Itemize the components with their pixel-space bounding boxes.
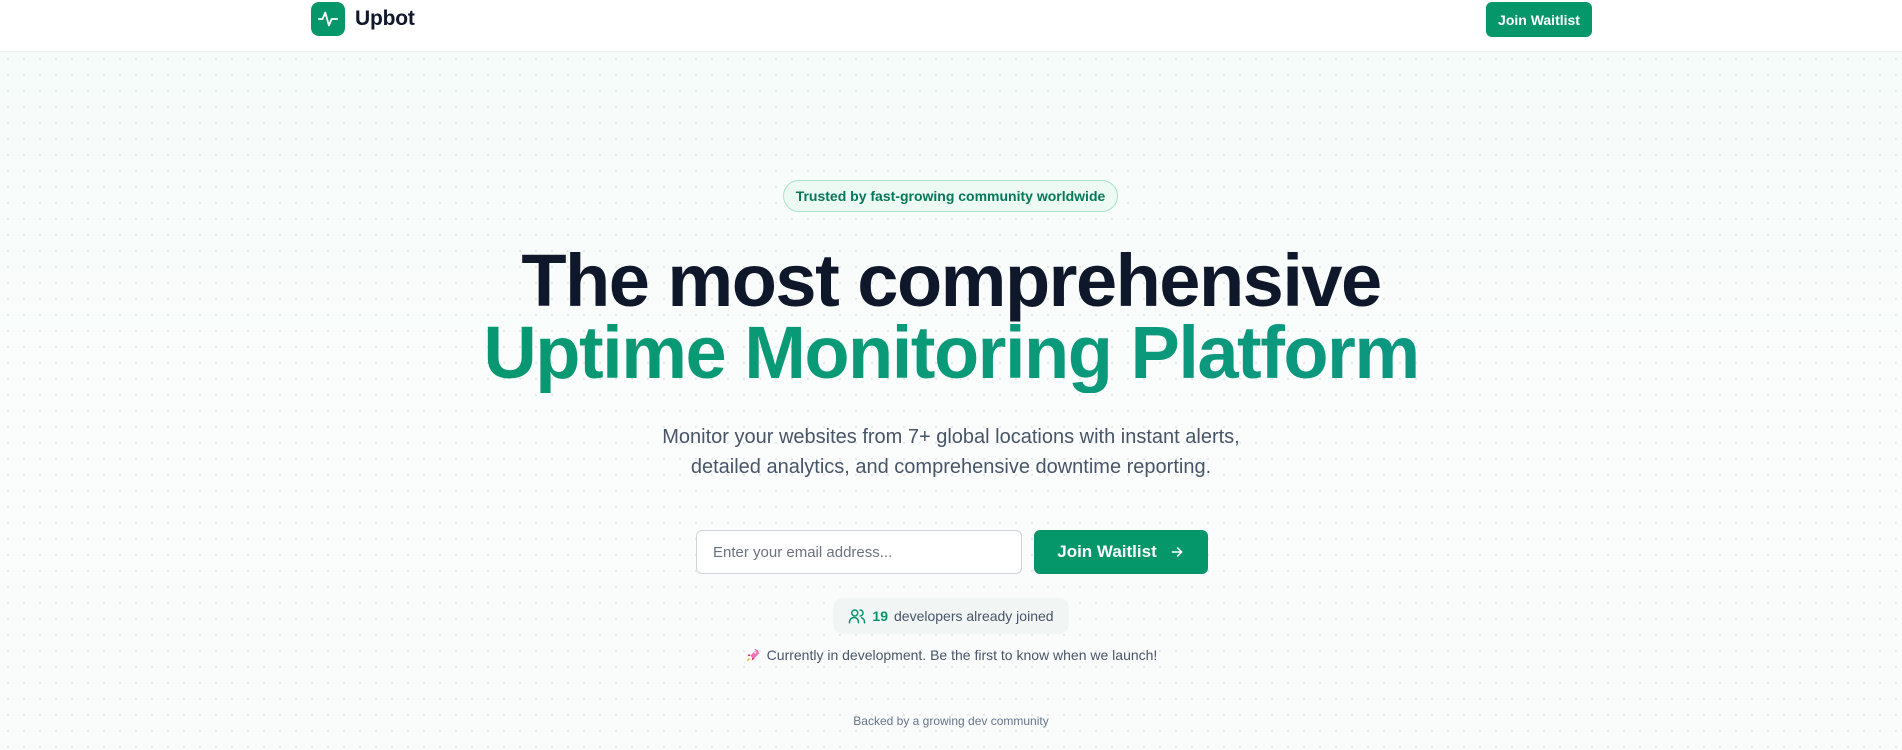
- backed-by-note: Backed by a growing dev community: [853, 714, 1049, 728]
- subtitle-line-2: detailed analytics, and comprehensive do…: [690, 456, 1212, 478]
- headline-line-2: Uptime Monitoring Platform: [0, 313, 1902, 393]
- email-input[interactable]: [696, 530, 1022, 574]
- brand-logo[interactable]: Upbot: [311, 2, 415, 36]
- submit-label: Join Waitlist: [1057, 542, 1157, 561]
- development-notice: Currently in development. Be the first t…: [0, 647, 1902, 663]
- join-waitlist-nav-button[interactable]: Join Waitlist: [1486, 2, 1592, 37]
- subtitle-line-1: Monitor your websites from 7+ global loc…: [662, 426, 1240, 448]
- development-notice-text: Currently in development. Be the first t…: [766, 647, 1158, 663]
- trust-badge: Trusted by fast-growing community worldw…: [783, 180, 1118, 212]
- rocket-icon: [746, 649, 759, 661]
- brand-name: Upbot: [355, 7, 415, 30]
- arrow-right-icon: [1171, 547, 1183, 557]
- join-waitlist-submit-button[interactable]: Join Waitlist: [1034, 530, 1208, 574]
- activity-pulse-icon: [311, 2, 345, 36]
- top-navbar: Upbot Join Waitlist: [0, 0, 1902, 52]
- headline-line-1: The most comprehensive: [521, 239, 1382, 322]
- hero-background: [0, 51, 1902, 750]
- community-count-pill: 19 developers already joined: [833, 598, 1069, 634]
- developer-count: 19: [872, 608, 888, 624]
- users-icon: [849, 609, 866, 624]
- developer-count-text: developers already joined: [894, 608, 1054, 624]
